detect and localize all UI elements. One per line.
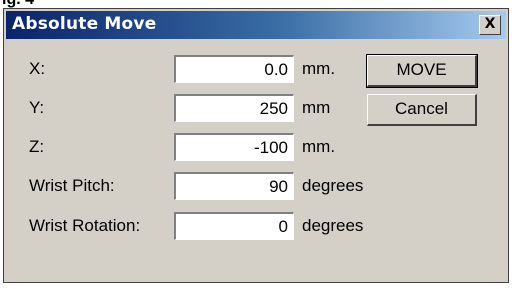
z-input[interactable]: -100 bbox=[174, 133, 294, 161]
wrist-rotation-label: Wrist Rotation: bbox=[29, 216, 141, 235]
x-label: X: bbox=[29, 59, 46, 78]
wrist-pitch-input[interactable]: 90 bbox=[174, 172, 294, 200]
z-unit: mm. bbox=[302, 137, 336, 156]
x-unit: mm. bbox=[302, 59, 336, 78]
z-label: Z: bbox=[29, 137, 45, 156]
y-input[interactable]: 250 bbox=[174, 94, 294, 122]
x-input[interactable]: 0.0 bbox=[174, 55, 294, 83]
title-bar[interactable]: Absolute Move X bbox=[6, 11, 506, 39]
wrist-pitch-unit: degrees bbox=[302, 176, 364, 195]
y-unit: mm bbox=[302, 98, 331, 117]
y-label: Y: bbox=[29, 98, 45, 117]
close-button[interactable]: X bbox=[479, 15, 501, 35]
wrist-rotation-input[interactable]: 0 bbox=[174, 212, 294, 240]
window-title: Absolute Move bbox=[12, 14, 157, 34]
close-icon: X bbox=[484, 16, 496, 32]
cancel-button[interactable]: Cancel bbox=[367, 94, 477, 126]
wrist-pitch-label: Wrist Pitch: bbox=[29, 176, 115, 195]
page-bottom-margin bbox=[0, 283, 520, 289]
wrist-rotation-unit: degrees bbox=[302, 216, 364, 235]
move-button[interactable]: MOVE bbox=[366, 54, 478, 88]
absolute-move-dialog: Absolute Move X X: 0.0 mm. Y: 250 mm Z: … bbox=[3, 8, 509, 283]
